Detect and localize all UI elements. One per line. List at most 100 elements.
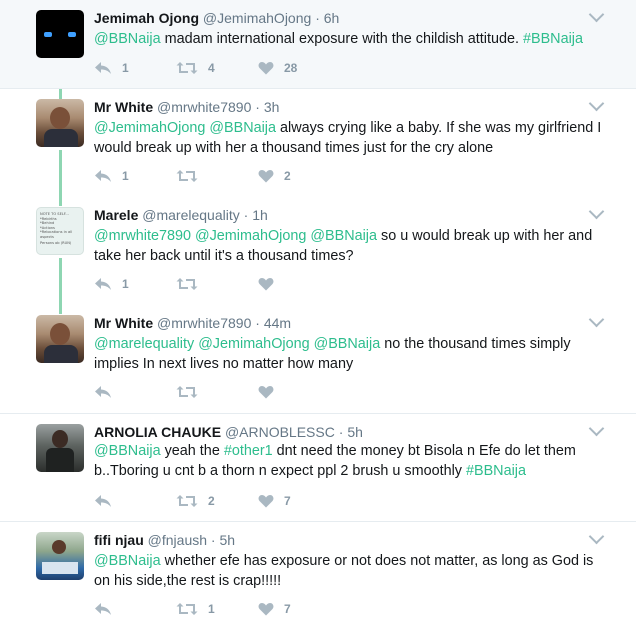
retweet-button[interactable] bbox=[176, 274, 208, 294]
user-handle[interactable]: @JemimahOjong bbox=[203, 10, 311, 26]
user-name[interactable]: Jemimah Ojong bbox=[94, 10, 199, 26]
like-count: 7 bbox=[284, 602, 291, 616]
user-handle[interactable]: @ARNOBLESSC bbox=[225, 424, 335, 440]
mention-link[interactable]: @JemimahOjong bbox=[94, 120, 205, 136]
tweet-header: fifi njau @fnjaush · 5h bbox=[94, 532, 235, 548]
timestamp[interactable]: 5h bbox=[219, 532, 235, 548]
user-handle[interactable]: @mrwhite7890 bbox=[157, 99, 251, 115]
user-handle[interactable]: @fnjaush bbox=[148, 532, 207, 548]
avatar[interactable] bbox=[36, 424, 84, 472]
like-button[interactable]: 2 bbox=[258, 166, 291, 186]
heart-icon bbox=[258, 603, 274, 616]
mention-link[interactable]: @JemimahOjong bbox=[195, 228, 306, 244]
retweet-button[interactable]: 4 bbox=[176, 58, 215, 78]
heart-icon bbox=[258, 62, 274, 75]
mention-link[interactable]: @JemimahOjong bbox=[198, 336, 309, 352]
reply-icon bbox=[95, 62, 111, 74]
retweet-button[interactable]: 1 bbox=[176, 599, 215, 619]
avatar[interactable] bbox=[36, 99, 84, 147]
tweet[interactable]: fifi njau @fnjaush · 5h @BBNaija whether… bbox=[0, 522, 636, 617]
tweet[interactable]: NOTE TO SELF... *Rebirths *Behind *Actio… bbox=[0, 197, 636, 305]
separator: · bbox=[243, 207, 249, 223]
retweet-button[interactable] bbox=[176, 382, 208, 402]
user-name[interactable]: Mr White bbox=[94, 99, 153, 115]
user-name[interactable]: Marele bbox=[94, 207, 138, 223]
reply-button[interactable] bbox=[94, 599, 122, 619]
chevron-down-icon[interactable] bbox=[588, 95, 605, 112]
avatar[interactable] bbox=[36, 315, 84, 363]
avatar[interactable]: NOTE TO SELF... *Rebirths *Behind *Actio… bbox=[36, 207, 84, 255]
timestamp[interactable]: 1h bbox=[252, 207, 268, 223]
retweet-button[interactable]: 2 bbox=[176, 491, 215, 511]
timestamp[interactable]: 44m bbox=[264, 315, 291, 331]
chevron-down-icon[interactable] bbox=[588, 420, 605, 437]
retweet-count: 1 bbox=[208, 602, 215, 616]
user-name[interactable]: ARNOLIA CHAUKE bbox=[94, 424, 221, 440]
reply-icon bbox=[95, 495, 111, 507]
heart-icon bbox=[258, 386, 274, 399]
tweet-text: @BBNaija yeah the #other1 dnt need the m… bbox=[94, 441, 604, 481]
retweet-icon bbox=[176, 170, 198, 182]
tweet-text-segment: madam international exposure with the ch… bbox=[160, 31, 523, 47]
heart-icon bbox=[258, 495, 274, 508]
hashtag-link[interactable]: #BBNaija bbox=[466, 463, 526, 479]
mention-link[interactable]: @BBNaija bbox=[314, 336, 381, 352]
like-count: 28 bbox=[284, 61, 298, 75]
retweet-count: 4 bbox=[208, 61, 215, 75]
hashtag-link[interactable]: #BBNaija bbox=[523, 31, 583, 47]
chevron-down-icon[interactable] bbox=[588, 203, 605, 220]
hashtag-link[interactable]: #other1 bbox=[224, 443, 273, 459]
avatar[interactable] bbox=[36, 532, 84, 580]
like-button[interactable]: 28 bbox=[258, 58, 297, 78]
chevron-down-icon[interactable] bbox=[588, 311, 605, 328]
reply-button[interactable]: 1 bbox=[94, 274, 129, 294]
reply-button[interactable] bbox=[94, 382, 122, 402]
reply-icon bbox=[95, 386, 111, 398]
tweet-text: @BBNaija whether efe has exposure or not… bbox=[94, 551, 604, 591]
reply-button[interactable] bbox=[94, 491, 122, 511]
reply-button[interactable]: 1 bbox=[94, 58, 129, 78]
timestamp[interactable]: 5h bbox=[347, 424, 363, 440]
tweet-text-segment: yeah the bbox=[160, 443, 224, 459]
tweet-header: Jemimah Ojong @JemimahOjong · 6h bbox=[94, 10, 339, 26]
heart-icon bbox=[258, 278, 274, 291]
reply-button[interactable]: 1 bbox=[94, 166, 129, 186]
mention-link[interactable]: @marelequality bbox=[94, 336, 194, 352]
separator: · bbox=[315, 10, 320, 26]
tweet[interactable]: Mr White @mrwhite7890 · 44m @marelequali… bbox=[0, 305, 636, 413]
user-name[interactable]: fifi njau bbox=[94, 532, 144, 548]
avatar[interactable] bbox=[36, 10, 84, 58]
mention-link[interactable]: @BBNaija bbox=[94, 31, 161, 47]
timestamp[interactable]: 3h bbox=[264, 99, 280, 115]
reply-count: 1 bbox=[122, 277, 129, 291]
user-handle[interactable]: @mrwhite7890 bbox=[157, 315, 251, 331]
user-name[interactable]: Mr White bbox=[94, 315, 153, 331]
avatar-note: NOTE TO SELF... *Rebirths *Behind *Actio… bbox=[40, 212, 73, 245]
chevron-down-icon[interactable] bbox=[588, 6, 605, 23]
like-button[interactable]: 7 bbox=[258, 491, 291, 511]
timestamp[interactable]: 6h bbox=[324, 10, 340, 26]
tweet[interactable]: ARNOLIA CHAUKE @ARNOBLESSC · 5h @BBNaija… bbox=[0, 414, 636, 521]
mention-link[interactable]: @BBNaija bbox=[94, 443, 161, 459]
mention-link[interactable]: @BBNaija bbox=[209, 120, 276, 136]
tweet[interactable]: Mr White @mrwhite7890 · 3h @JemimahOjong… bbox=[0, 89, 636, 197]
mention-link[interactable]: @mrwhite7890 bbox=[94, 228, 191, 244]
like-button[interactable] bbox=[258, 382, 284, 402]
tweet[interactable]: Jemimah Ojong @JemimahOjong · 6h @BBNaij… bbox=[0, 0, 636, 88]
retweet-icon bbox=[176, 62, 198, 74]
tweet-header: Marele @marelequality · 1h bbox=[94, 207, 268, 223]
separator: · bbox=[210, 532, 216, 548]
heart-icon bbox=[258, 170, 274, 183]
retweet-button[interactable] bbox=[176, 166, 208, 186]
retweet-icon bbox=[176, 603, 198, 615]
retweet-icon bbox=[176, 495, 198, 507]
like-count: 2 bbox=[284, 169, 291, 183]
like-button[interactable] bbox=[258, 274, 284, 294]
chevron-down-icon[interactable] bbox=[588, 528, 605, 545]
user-handle[interactable]: @marelequality bbox=[142, 207, 239, 223]
separator: · bbox=[255, 315, 260, 331]
like-button[interactable]: 7 bbox=[258, 599, 291, 619]
mention-link[interactable]: @BBNaija bbox=[94, 553, 161, 569]
retweet-icon bbox=[176, 386, 198, 398]
mention-link[interactable]: @BBNaija bbox=[310, 228, 377, 244]
